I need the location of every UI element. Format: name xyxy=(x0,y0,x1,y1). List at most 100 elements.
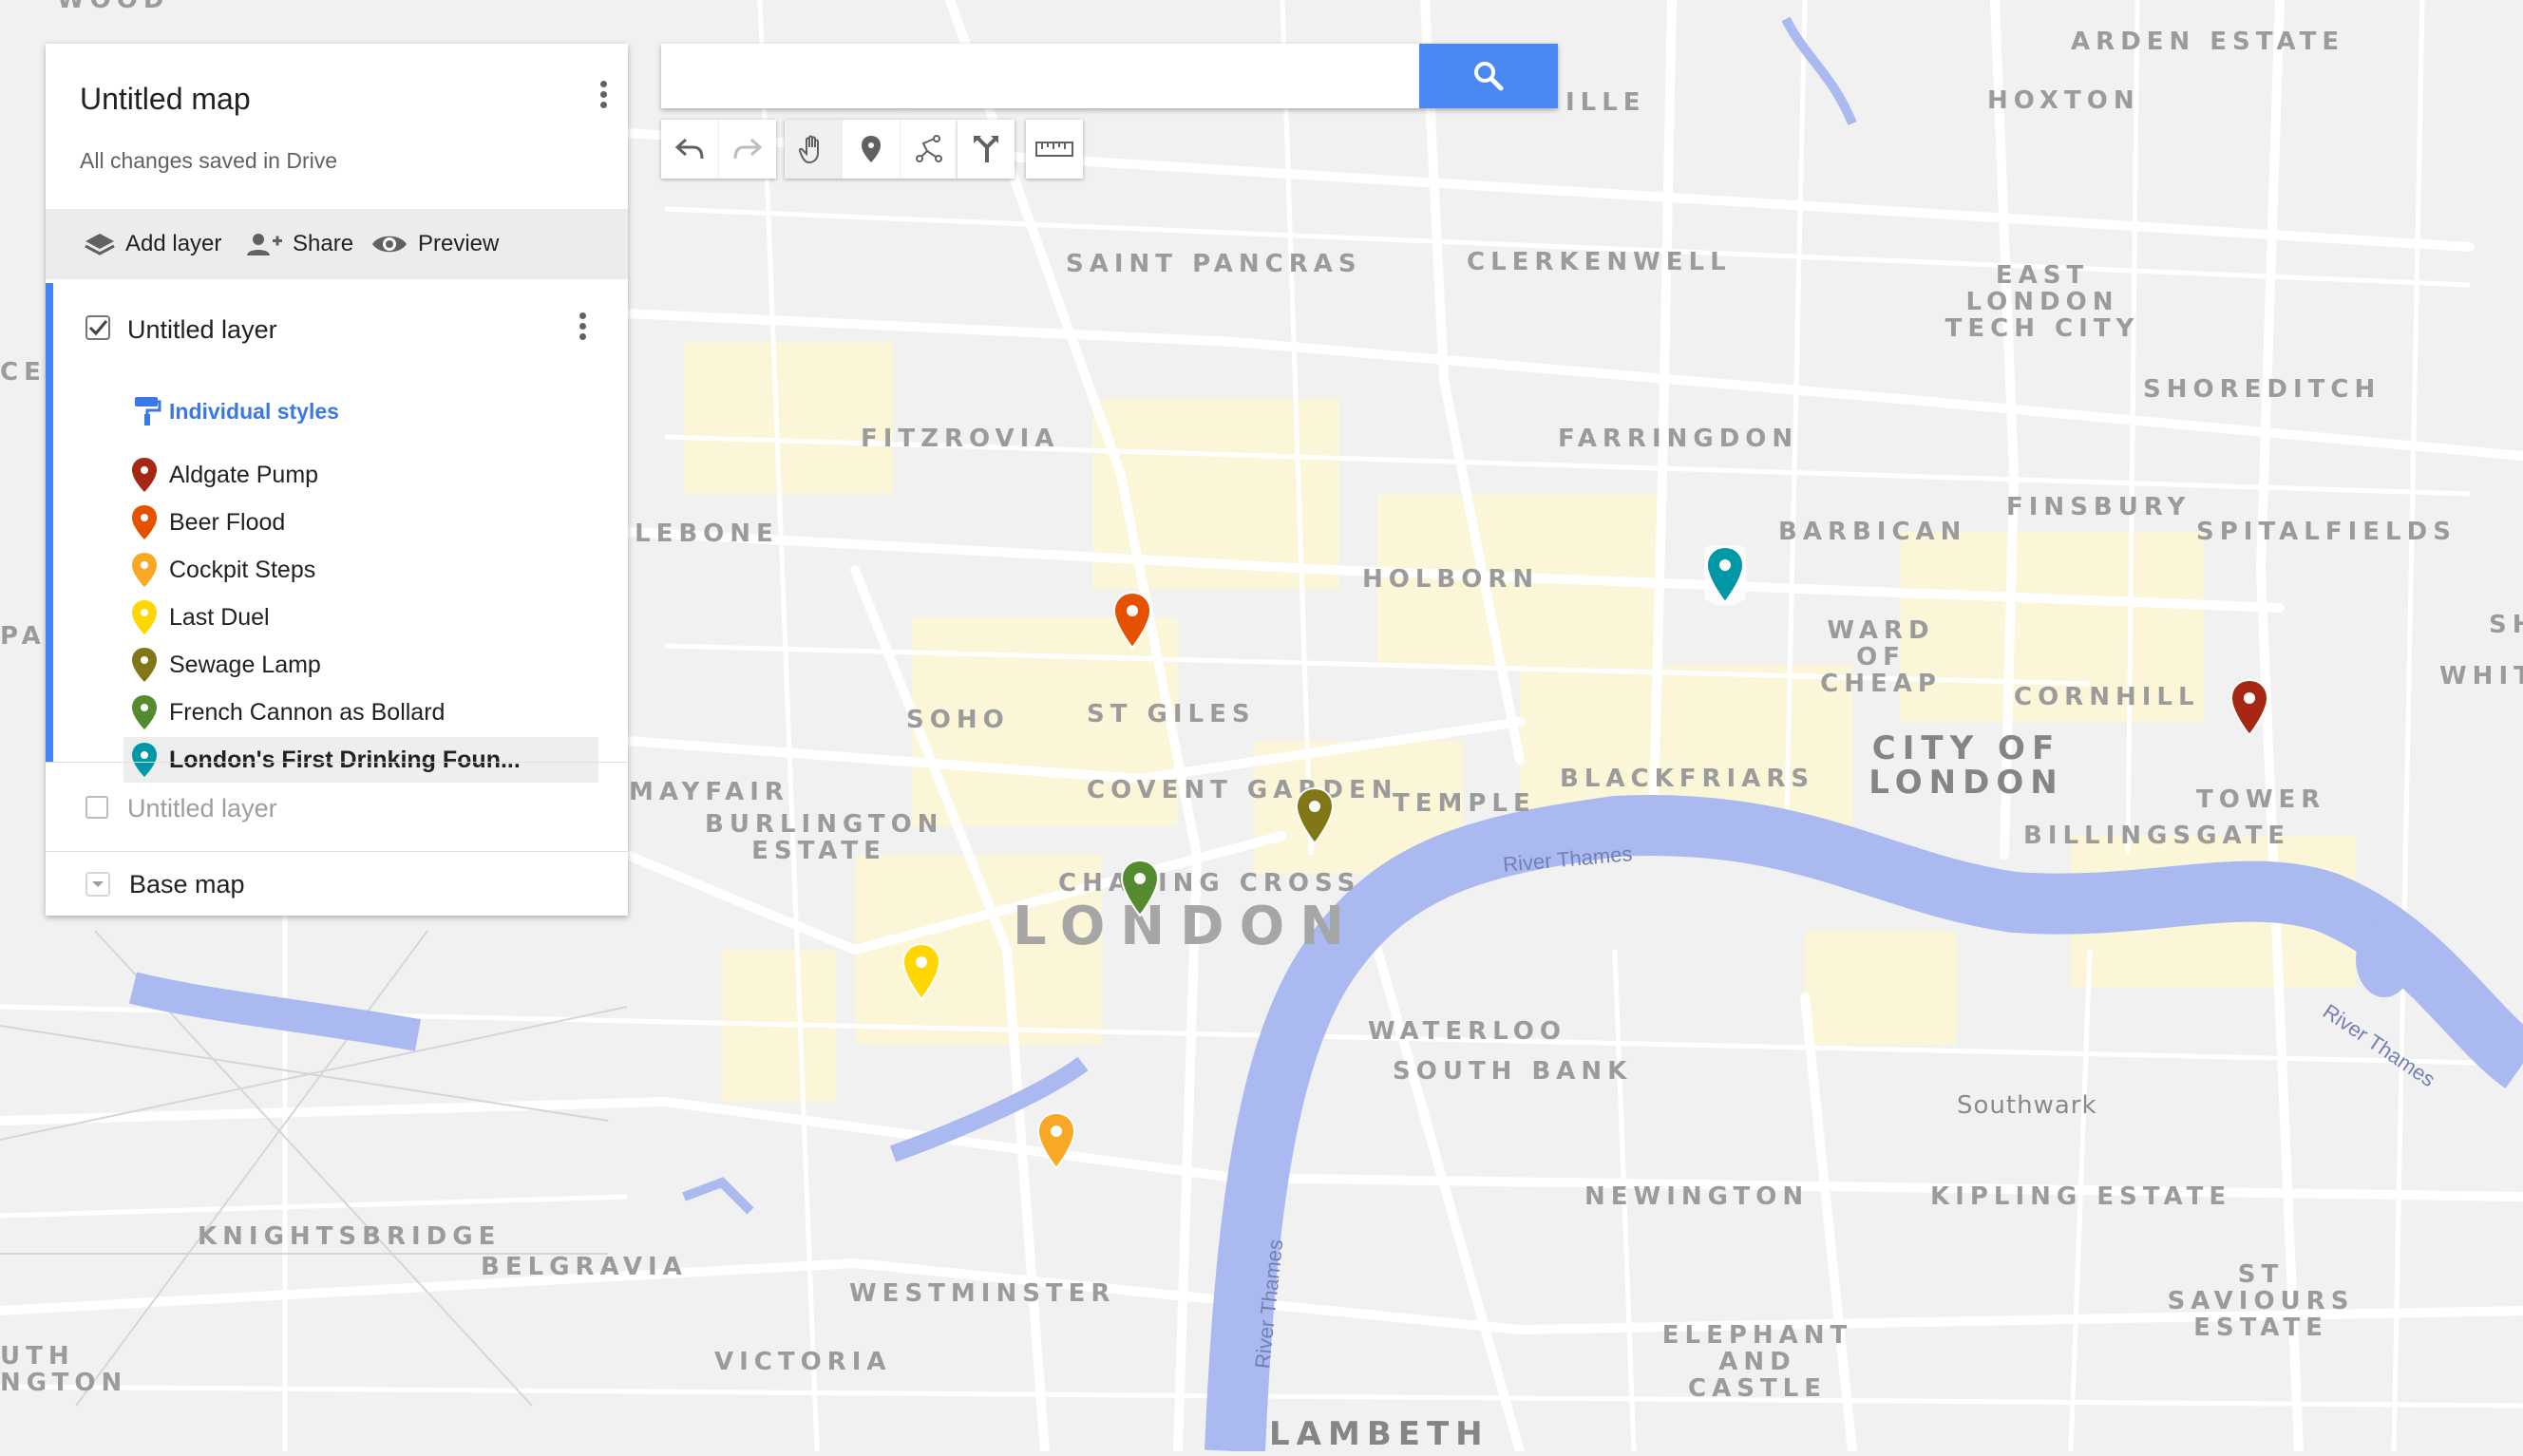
map-pin-sewage-lamp[interactable] xyxy=(1294,786,1336,847)
ruler-icon xyxy=(1035,142,1073,157)
undo-button[interactable] xyxy=(661,120,718,179)
list-item[interactable]: Beer Flood xyxy=(123,500,598,545)
search-input[interactable] xyxy=(661,44,1421,108)
list-item-label: Last Duel xyxy=(169,603,270,631)
map-label: BURLINGTON ESTATE xyxy=(705,810,944,865)
map-label: SHOREDITCH xyxy=(2143,375,2381,404)
draw-tools-group xyxy=(785,120,958,179)
map-pin-french-cannon[interactable] xyxy=(1119,859,1161,919)
preview-button[interactable]: Preview xyxy=(370,209,499,279)
map-label: CITY OF LONDON xyxy=(1869,729,2064,802)
map-label: FARRINGDON xyxy=(1558,425,1799,453)
add-person-icon xyxy=(247,234,282,255)
map-label: WATERLOO xyxy=(1368,1017,1566,1046)
map-label: CHARING CROSS xyxy=(1058,869,1361,898)
list-item-selected[interactable]: London's First Drinking Foun... xyxy=(123,737,598,783)
map-pin-beer-flood[interactable] xyxy=(1111,591,1153,652)
panel-actions: Add layer Share Preview xyxy=(46,209,628,279)
save-status: All changes saved in Drive xyxy=(80,148,338,173)
map-label: VICTORIA xyxy=(714,1348,892,1376)
directions-icon xyxy=(974,136,998,162)
add-marker-button[interactable] xyxy=(842,120,900,179)
add-layer-label: Add layer xyxy=(125,231,222,256)
map-label: MAYFAIR xyxy=(629,778,789,806)
map-label: WARD OF CHEAP xyxy=(1820,616,1942,698)
map-label: HOLBORN xyxy=(1362,565,1540,594)
map-label: ELEPHANT AND CASTLE xyxy=(1661,1321,1853,1403)
redo-button[interactable] xyxy=(718,120,776,179)
map-label: SH xyxy=(2489,611,2523,639)
map-pin-aldgate-pump[interactable] xyxy=(2229,678,2270,739)
map-label: ILLE xyxy=(1565,88,1646,117)
map-label: SOHO xyxy=(906,706,1010,734)
list-item[interactable]: Sewage Lamp xyxy=(123,642,598,688)
share-button[interactable]: Share xyxy=(243,209,353,279)
list-item-label: French Cannon as Bollard xyxy=(169,698,446,726)
layer-visibility-checkbox[interactable] xyxy=(85,796,108,819)
list-item[interactable]: French Cannon as Bollard xyxy=(123,690,598,735)
marker-icon xyxy=(132,648,157,682)
map-label: ARDEN ESTATE xyxy=(2071,28,2345,56)
list-item[interactable]: Aldgate Pump xyxy=(123,452,598,498)
map-label: HOXTON xyxy=(1987,86,2140,115)
marker-icon xyxy=(132,743,157,777)
list-item[interactable]: Last Duel xyxy=(123,595,598,640)
map-label: WOOD xyxy=(57,0,170,14)
map-label: FITZROVIA xyxy=(861,425,1060,453)
list-item[interactable]: Cockpit Steps xyxy=(123,547,598,593)
layer-style-link[interactable]: Individual styles xyxy=(169,399,339,425)
active-layer-indicator xyxy=(46,283,53,762)
search-button[interactable] xyxy=(1419,44,1558,108)
map-label: CORNHILL xyxy=(2014,683,2200,711)
redo-icon xyxy=(733,138,763,160)
add-layer-button[interactable]: Add layer xyxy=(84,209,221,279)
layer-name[interactable]: Untitled layer xyxy=(127,315,277,345)
list-item-label: Beer Flood xyxy=(169,508,286,536)
map-options-kebab-icon[interactable] xyxy=(589,78,617,116)
list-item-label: Aldgate Pump xyxy=(169,461,319,488)
layer-name[interactable]: Untitled layer xyxy=(127,794,277,823)
map-label: NEWINGTON xyxy=(1584,1182,1810,1211)
list-item-label: Sewage Lamp xyxy=(169,651,321,678)
map-label: CE xyxy=(0,358,47,387)
map-label: KNIGHTSBRIDGE xyxy=(198,1222,502,1251)
add-directions-button[interactable] xyxy=(958,120,1015,179)
map-label: LAMBETH xyxy=(1269,1415,1489,1453)
layer-untitled-1: Untitled layer Individual styles Aldgate… xyxy=(46,279,628,783)
list-item-label: London's First Drinking Foun... xyxy=(169,746,521,773)
map-label: TOWER xyxy=(2196,785,2326,814)
layer-options-kebab-icon[interactable] xyxy=(568,310,597,348)
divider xyxy=(46,851,628,852)
map-pin-drinking-fountain[interactable] xyxy=(1704,545,1746,606)
directions-group xyxy=(958,120,1015,179)
undo-icon xyxy=(674,138,704,160)
map-label: WHITE xyxy=(2439,662,2523,690)
search-box xyxy=(661,44,1558,108)
marker-icon xyxy=(132,600,157,634)
measure-button[interactable] xyxy=(1026,120,1083,179)
map-pin-last-duel[interactable] xyxy=(901,942,942,1003)
map-label: KIPLING ESTATE xyxy=(1930,1182,2232,1211)
marker-icon xyxy=(132,505,157,539)
select-tool-button[interactable] xyxy=(785,120,842,179)
layer-visibility-checkbox[interactable] xyxy=(85,315,110,340)
basemap-label[interactable]: Base map xyxy=(129,870,245,899)
draw-line-button[interactable] xyxy=(900,120,958,179)
eye-icon xyxy=(372,236,407,253)
checkbox-checked-icon xyxy=(85,315,110,340)
map-title[interactable]: Untitled map xyxy=(80,82,251,117)
map-label: CLERKENWELL xyxy=(1467,248,1732,276)
map-label: LEBONE xyxy=(635,520,779,548)
preview-label: Preview xyxy=(418,231,500,256)
map-pin-cockpit-steps[interactable] xyxy=(1035,1111,1077,1172)
map-label: FINSBURY xyxy=(2006,493,2191,521)
chevron-down-icon[interactable] xyxy=(85,872,110,897)
map-label: SOUTH BANK xyxy=(1393,1057,1633,1086)
undo-redo-group xyxy=(661,120,776,179)
map-label: ST GILES xyxy=(1087,700,1256,728)
divider xyxy=(46,762,628,763)
map-label: London xyxy=(1013,896,1360,957)
layers-icon xyxy=(85,234,115,255)
search-icon xyxy=(1474,62,1504,91)
marker-icon xyxy=(862,136,881,162)
